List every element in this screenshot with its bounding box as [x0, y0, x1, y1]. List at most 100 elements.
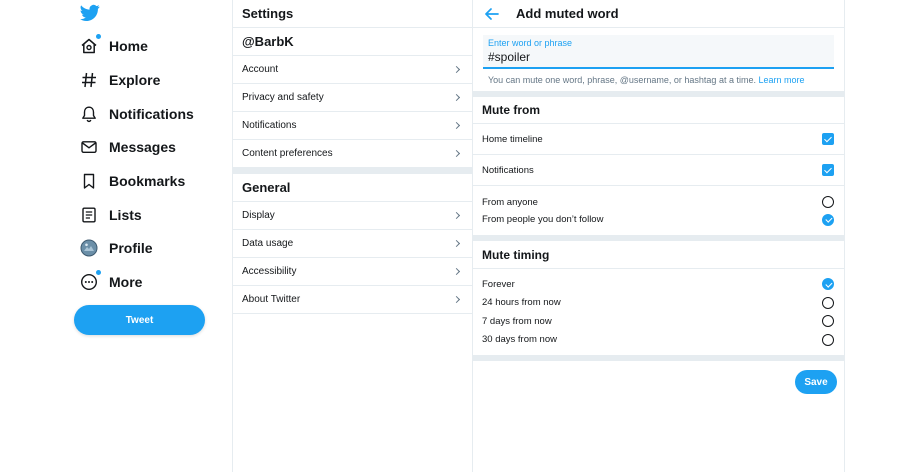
option-label: From anyone — [482, 196, 538, 208]
nav-item-lists[interactable]: Lists — [80, 203, 142, 227]
hint-text: You can mute one word, phrase, @username… — [488, 75, 756, 85]
row-label: Data usage — [242, 238, 294, 249]
chevron-right-icon — [452, 149, 461, 158]
settings-row-about[interactable]: About Twitter — [233, 286, 472, 314]
home-timeline-option[interactable]: Home timeline — [473, 124, 844, 155]
bell-icon — [80, 105, 98, 123]
from-anyone-radio[interactable] — [822, 196, 834, 208]
chevron-right-icon — [452, 295, 461, 304]
row-label: About Twitter — [242, 294, 301, 305]
learn-more-link[interactable]: Learn more — [758, 75, 804, 85]
chevron-right-icon — [452, 211, 461, 220]
notification-dot — [96, 34, 101, 39]
nav-item-profile[interactable]: Profile — [80, 236, 153, 260]
row-label: Privacy and safety — [242, 92, 324, 103]
option-label: Forever — [482, 278, 515, 290]
envelope-icon — [80, 138, 98, 156]
settings-row-privacy[interactable]: Privacy and safety — [233, 84, 472, 112]
row-label: Display — [242, 210, 275, 221]
row-label: Notifications — [242, 120, 297, 131]
nav-item-messages[interactable]: Messages — [80, 135, 176, 159]
notification-dot — [96, 270, 101, 275]
timing-option-24h[interactable]: 24 hours from now — [473, 294, 844, 313]
back-arrow-icon[interactable] — [485, 4, 509, 24]
timing-option-forever[interactable]: Forever — [473, 275, 844, 294]
general-section-header: General — [233, 174, 472, 202]
option-label: 7 days from now — [482, 315, 552, 327]
nav-label: Bookmarks — [109, 173, 186, 189]
avatar-icon — [80, 239, 98, 257]
from-people-option[interactable]: From people you don’t follow — [473, 210, 844, 229]
settings-row-notifications[interactable]: Notifications — [233, 112, 472, 140]
nav-label: Notifications — [109, 106, 194, 122]
nav-label: Explore — [109, 72, 161, 88]
notifications-option[interactable]: Notifications — [473, 155, 844, 186]
list-icon — [80, 206, 98, 224]
option-label: From people you don’t follow — [482, 214, 604, 225]
nav-label: Profile — [109, 240, 153, 256]
nav-item-more[interactable]: More — [80, 270, 142, 294]
timing-radio[interactable] — [822, 296, 834, 309]
mute-timing-header: Mute timing — [473, 241, 844, 269]
nav-item-home[interactable]: Home — [80, 34, 148, 58]
general-title: General — [242, 180, 291, 195]
settings-row-account[interactable]: Account — [233, 56, 472, 84]
home-timeline-checkbox[interactable] — [822, 133, 834, 145]
tweet-button[interactable]: Tweet — [74, 305, 205, 335]
chevron-right-icon — [452, 65, 461, 74]
nav-label: Home — [109, 38, 148, 54]
option-label: Home timeline — [482, 133, 543, 145]
timing-radio[interactable] — [822, 278, 834, 291]
panel-title: Add muted word — [516, 6, 619, 21]
section-divider — [473, 355, 844, 361]
hashtag-icon — [80, 71, 98, 89]
home-icon — [80, 34, 101, 55]
mute-from-title: Mute from — [482, 103, 540, 117]
notifications-checkbox[interactable] — [822, 164, 834, 176]
row-label: Accessibility — [242, 266, 297, 277]
settings-row-data-usage[interactable]: Data usage — [233, 230, 472, 258]
row-label: Account — [242, 64, 279, 75]
account-handle: @BarbK — [242, 34, 294, 49]
chevron-right-icon — [452, 121, 461, 130]
more-icon — [80, 270, 101, 291]
nav-label: Messages — [109, 139, 176, 155]
chevron-right-icon — [452, 267, 461, 276]
row-label: Content preferences — [242, 148, 333, 159]
chevron-right-icon — [452, 93, 461, 102]
settings-title: Settings — [242, 6, 294, 21]
add-muted-word-panel: Add muted word Enter word or phrase You … — [473, 0, 845, 472]
settings-row-content-preferences[interactable]: Content preferences — [233, 140, 472, 168]
chevron-right-icon — [452, 239, 461, 248]
twitter-logo-icon[interactable] — [80, 4, 100, 22]
settings-column: Settings @BarbK Account Privacy and safe… — [232, 0, 473, 472]
settings-row-accessibility[interactable]: Accessibility — [233, 258, 472, 286]
nav-item-notifications[interactable]: Notifications — [80, 102, 194, 126]
account-section-header: @BarbK — [233, 28, 472, 56]
from-people-radio[interactable] — [822, 213, 834, 226]
save-button[interactable]: Save — [795, 370, 837, 394]
option-label: 24 hours from now — [482, 297, 561, 309]
nav-item-bookmarks[interactable]: Bookmarks — [80, 169, 185, 193]
settings-row-display[interactable]: Display — [233, 202, 472, 230]
from-anyone-option[interactable]: From anyone — [473, 186, 844, 210]
settings-header: Settings — [233, 0, 472, 28]
primary-nav: Home Explore Notifications Messages Book… — [0, 0, 232, 472]
field-label: Enter word or phrase — [488, 38, 573, 48]
option-label: 30 days from now — [482, 334, 557, 346]
field-hint: You can mute one word, phrase, @username… — [473, 69, 844, 90]
muted-word-input[interactable] — [488, 50, 828, 64]
muted-word-field[interactable]: Enter word or phrase — [483, 35, 834, 69]
mute-from-header: Mute from — [473, 97, 844, 124]
nav-label: More — [109, 274, 143, 290]
timing-radio[interactable] — [822, 333, 834, 346]
nav-item-explore[interactable]: Explore — [80, 68, 160, 92]
panel-header: Add muted word — [473, 0, 844, 28]
mute-timing-title: Mute timing — [482, 247, 550, 262]
timing-radio[interactable] — [822, 315, 834, 328]
nav-label: Lists — [109, 207, 142, 223]
bookmark-icon — [80, 172, 98, 190]
timing-option-30d[interactable]: 30 days from now — [473, 331, 844, 350]
timing-option-7d[interactable]: 7 days from now — [473, 312, 844, 331]
option-label: Notifications — [482, 164, 534, 176]
